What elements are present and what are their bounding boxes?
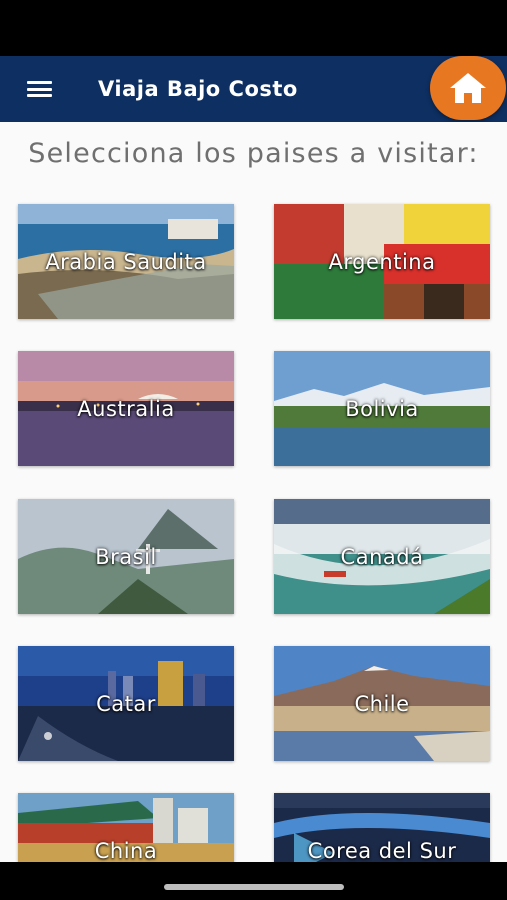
country-card-argentina[interactable]: Argentina	[274, 204, 490, 319]
country-card-bolivia[interactable]: Bolivia	[274, 351, 490, 466]
country-card-brasil[interactable]: Brasil	[18, 499, 234, 614]
status-bar	[0, 0, 507, 56]
home-button[interactable]	[430, 56, 506, 120]
country-label: Australia	[77, 396, 175, 421]
country-card-catar[interactable]: Catar	[18, 646, 234, 761]
app-title: Viaja Bajo Costo	[98, 77, 298, 101]
main-content: Selecciona los paises a visitar: Arabia …	[0, 122, 507, 862]
home-gesture-handle[interactable]	[164, 884, 344, 890]
page-heading: Selecciona los paises a visitar:	[28, 138, 479, 169]
home-icon	[450, 73, 486, 103]
country-label: Brasil	[95, 544, 157, 569]
country-label: Canadá	[340, 544, 424, 569]
country-label: Bolivia	[345, 396, 419, 421]
country-label: Arabia Saudita	[45, 249, 207, 274]
country-label: Chile	[354, 691, 410, 716]
system-navigation-bar	[0, 862, 507, 900]
country-label: Argentina	[328, 249, 436, 274]
country-card-canada[interactable]: Canadá	[274, 499, 490, 614]
country-label: Corea del Sur	[307, 838, 457, 863]
menu-button[interactable]	[0, 56, 78, 122]
country-card-arabia-saudita[interactable]: Arabia Saudita	[18, 204, 234, 319]
country-label: China	[94, 838, 158, 863]
country-card-corea-del-sur[interactable]: Corea del Sur	[274, 793, 490, 862]
country-label: Catar	[96, 691, 156, 716]
hamburger-menu-icon	[26, 81, 52, 97]
country-card-china[interactable]: China	[18, 793, 234, 862]
country-card-chile[interactable]: Chile	[274, 646, 490, 761]
country-card-australia[interactable]: Australia	[18, 351, 234, 466]
